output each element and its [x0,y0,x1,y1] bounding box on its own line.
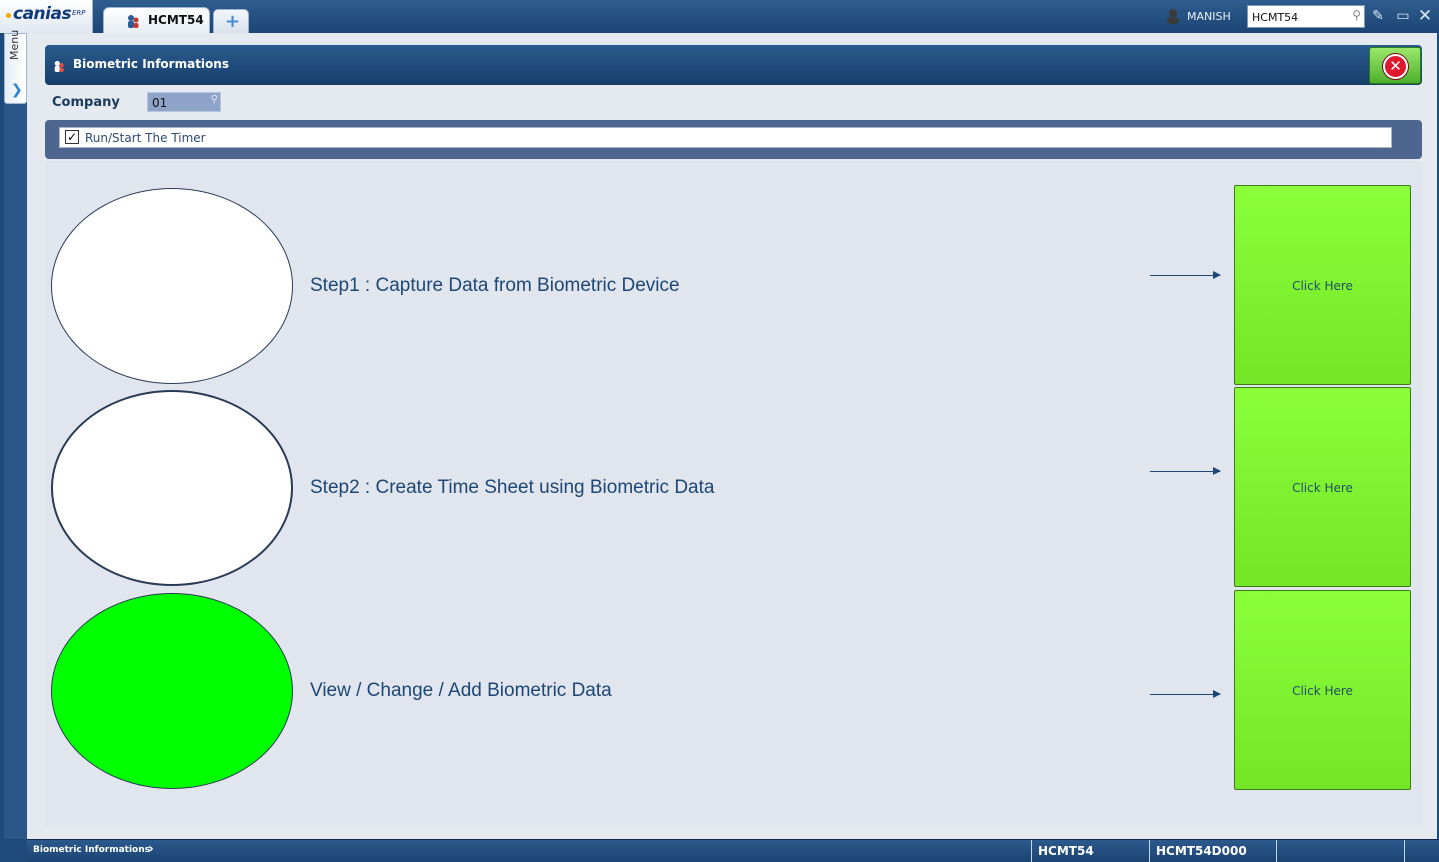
chevron-right-icon: ❯ [11,82,23,98]
company-field[interactable]: ⚲ [147,92,221,112]
step1-click-button[interactable]: Click Here [1234,185,1411,385]
search-icon[interactable]: ⚲ [1352,8,1361,22]
button-label: Click Here [1292,481,1353,495]
status-bar: Biometric Informations › HCMT54 HCMT54D0… [27,839,1439,862]
form-title-bar: Biometric Informations [45,45,1422,85]
close-form-button[interactable]: ✕ [1369,47,1421,84]
status-info [1276,840,1404,862]
step3-click-button[interactable]: Click Here [1234,590,1411,790]
search-icon[interactable]: ⚲ [211,94,218,105]
user-icon [1167,9,1179,24]
timer-checkbox[interactable]: ✓ [65,130,79,144]
top-bar: canias ERP HCMT54 + MANISH ⚲ ✎ ▭ ✕ [0,0,1439,33]
timer-bar: ✓ Run/Start The Timer [45,120,1422,159]
status-transaction: HCMT54 [1031,840,1149,862]
step2-indicator [51,390,293,586]
left-rail [4,104,27,839]
timer-label: Run/Start The Timer [85,131,206,145]
step3-text: View / Change / Add Biometric Data [310,680,612,701]
chevron-right-icon: › [148,841,154,857]
status-breadcrumb[interactable]: Biometric Informations [33,845,150,855]
global-search[interactable]: ⚲ [1247,5,1365,28]
form-title: Biometric Informations [73,57,229,71]
step2-click-button[interactable]: Click Here [1234,387,1411,587]
close-window-icon[interactable]: ✕ [1416,7,1434,25]
plus-icon: + [225,11,241,32]
tab-hcmt54[interactable]: HCMT54 [103,7,210,33]
company-label: Company [52,95,120,110]
menu-label: Menu [8,29,21,60]
logo-suffix: ERP [72,9,86,17]
maximize-icon[interactable]: ▭ [1394,7,1412,25]
add-tab-button[interactable]: + [213,9,249,33]
people-icon [54,60,64,72]
logo-dot [6,13,11,18]
search-input[interactable] [1252,9,1342,25]
tab-label: HCMT54 [148,13,204,27]
step1-indicator [51,188,293,384]
main-panel: Biometric Informations ✕ Company ⚲ ✓ Run… [27,33,1437,839]
step1-text: Step1 : Capture Data from Biometric Devi… [310,275,680,296]
user-name: MANISH [1187,10,1231,23]
canias-logo: canias ERP [0,0,93,33]
step1-arrow [1150,271,1221,279]
step3-arrow [1150,690,1221,698]
logo-name: canias [13,4,72,24]
steps-area: Step1 : Capture Data from Biometric Devi… [45,161,1422,826]
pin-icon[interactable]: ✎ [1369,7,1387,25]
button-label: Click Here [1292,684,1353,698]
people-icon [128,15,139,28]
menu-toggle[interactable]: Menu ❯ [4,29,27,104]
status-extra [1404,840,1439,862]
company-input[interactable] [152,95,202,110]
step2-arrow [1150,467,1221,475]
status-screen: HCMT54D000 [1149,840,1276,862]
step2-text: Step2 : Create Time Sheet using Biometri… [310,477,715,498]
step3-indicator [51,593,293,789]
button-label: Click Here [1292,279,1353,293]
timer-row: ✓ Run/Start The Timer [59,127,1392,148]
close-icon: ✕ [1383,54,1408,79]
